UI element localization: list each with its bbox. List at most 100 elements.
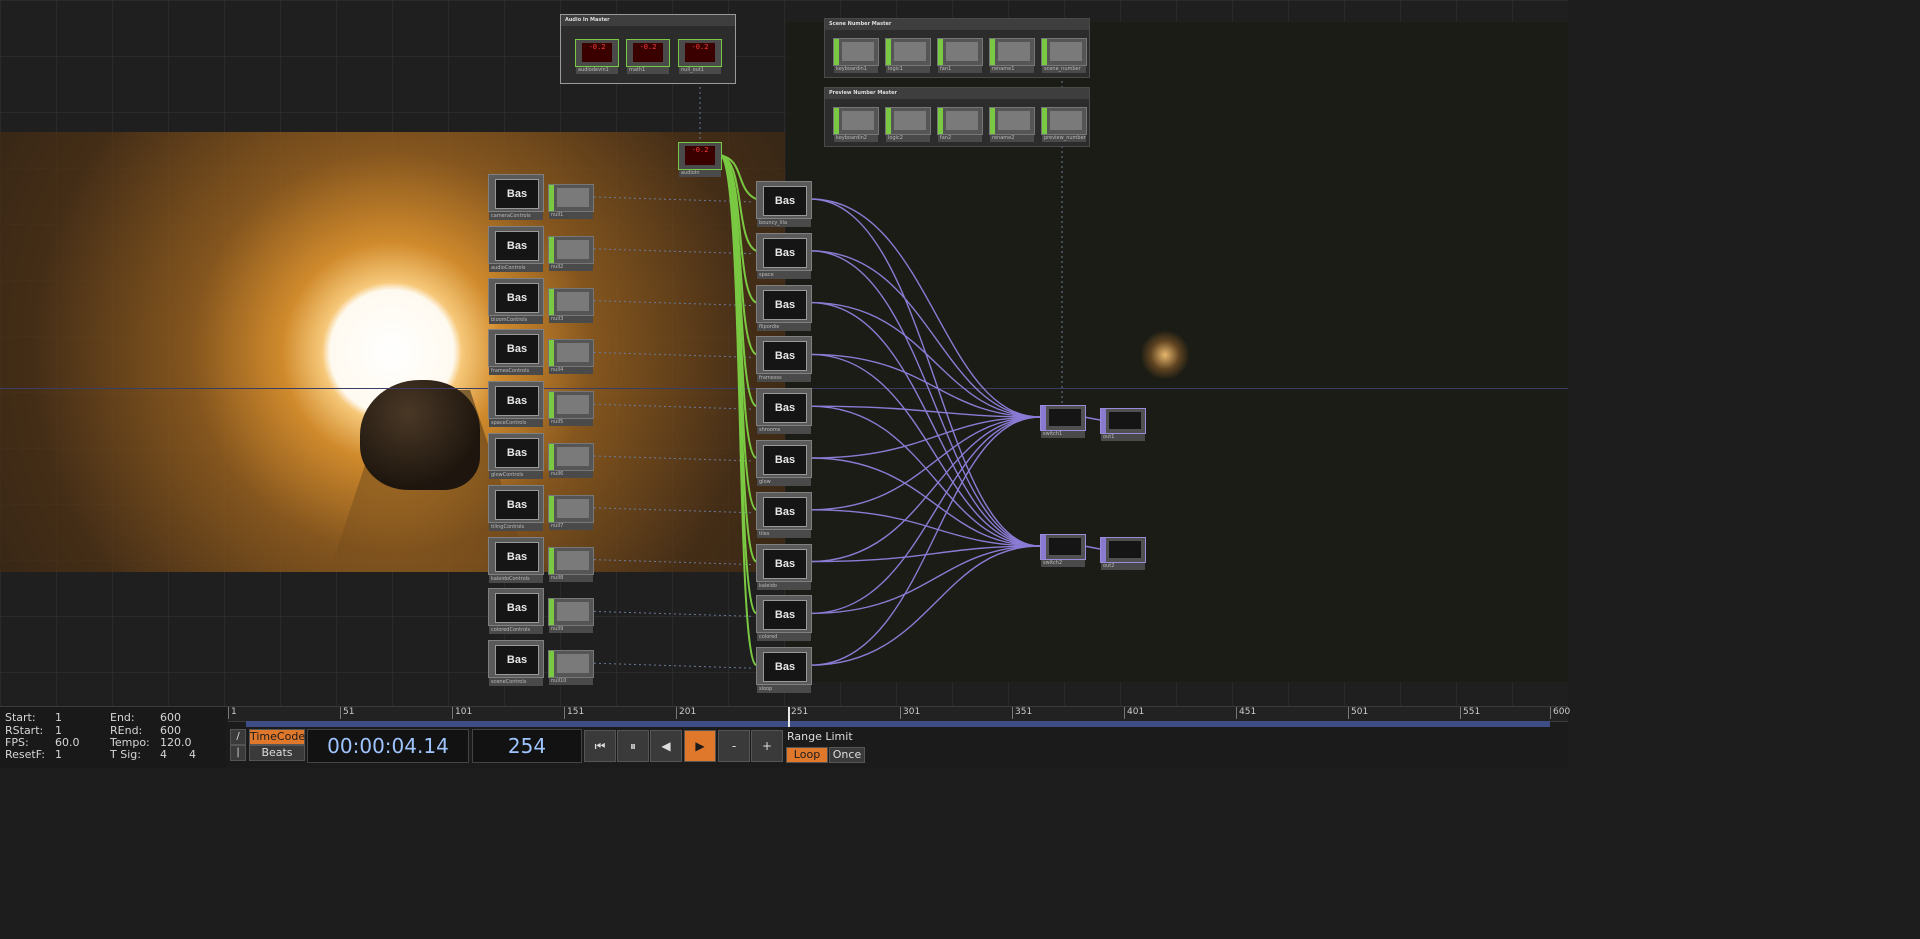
step-minus-button[interactable]: -: [718, 730, 750, 762]
master-chop-node[interactable]: fan2: [937, 107, 983, 142]
play-button[interactable]: ▶: [684, 730, 716, 762]
null-out-node[interactable]: -0.2 null_out1: [678, 39, 722, 74]
scene-base-comp[interactable]: Bas sloop: [756, 647, 812, 694]
out-top[interactable]: out2: [1100, 537, 1146, 570]
frame-ruler[interactable]: 1 51 101 151 201 251 301 351 401 451 501 551 600: [228, 707, 1570, 722]
control-null-chop[interactable]: null4: [548, 339, 594, 375]
math-node[interactable]: -0.2 math1: [626, 39, 670, 74]
group-title: Scene Number Master: [825, 19, 1089, 30]
master-chop-node[interactable]: scene_number: [1041, 38, 1087, 73]
control-base-comp[interactable]: Bas bloomControls: [488, 277, 544, 324]
step-back-button[interactable]: ◀: [650, 730, 682, 762]
control-base-comp[interactable]: Bas cameraControls: [488, 174, 544, 220]
end-value[interactable]: 600: [160, 711, 181, 724]
start-value[interactable]: 1: [55, 711, 62, 724]
rewind-button[interactable]: ⏮: [584, 730, 616, 762]
loop-button[interactable]: Loop: [786, 747, 828, 763]
chop-viewer: [557, 498, 589, 518]
audio-node[interactable]: -0.2 audiodevin1: [575, 39, 619, 74]
chop-tab: [886, 39, 891, 65]
control-null-chop[interactable]: null9: [548, 598, 594, 634]
bas-label: Bas: [495, 541, 539, 572]
node-name: null5: [549, 419, 593, 427]
master-chop-node[interactable]: rename1: [989, 38, 1035, 73]
ruler-tick: 201: [676, 707, 696, 719]
out-top[interactable]: out1: [1100, 408, 1146, 441]
master-chop-node[interactable]: preview_number: [1041, 107, 1087, 142]
node-name: scene_number: [1042, 66, 1086, 73]
tsig-den[interactable]: 4: [189, 748, 196, 761]
export-wire: [593, 559, 755, 566]
top-tab: [1101, 538, 1106, 562]
timecode-display[interactable]: 00:00:04.14: [307, 729, 469, 763]
node-name: audiodevin1: [576, 67, 618, 74]
control-base-comp[interactable]: Bas sceneControls: [488, 640, 544, 687]
control-null-chop[interactable]: null10: [548, 650, 594, 686]
network-editor[interactable]: Audio In Master -0.2 audiodevin1 -0.2 math…: [0, 0, 1568, 706]
control-null-chop[interactable]: null6: [548, 443, 594, 478]
range-scrubber[interactable]: [246, 721, 1550, 727]
chop-tab: [549, 392, 554, 419]
bas-label: Bas: [763, 548, 807, 579]
switch-top[interactable]: switch1: [1040, 405, 1086, 438]
scene-base-comp[interactable]: Bas flipordie: [756, 284, 812, 331]
control-base-comp[interactable]: Bas spaceControls: [488, 381, 544, 428]
node-name: null_out1: [679, 67, 721, 74]
group-scene-number-master[interactable]: Scene Number Master keyboardin1 logic1 fan…: [824, 18, 1090, 78]
scene-base-comp[interactable]: Bas shrooms: [756, 388, 812, 435]
scene-base-comp[interactable]: Bas bouncy_lila: [756, 181, 812, 227]
master-chop-node[interactable]: keyboardin2: [833, 107, 879, 142]
slash-toggle-icon[interactable]: /: [230, 729, 246, 745]
timecode-button[interactable]: TimeCode: [249, 729, 305, 745]
control-null-chop[interactable]: null3: [548, 287, 594, 323]
pause-button[interactable]: ⏸: [617, 730, 649, 762]
control-base-comp[interactable]: Bas audioControls: [488, 225, 544, 272]
frame-display[interactable]: 254: [472, 729, 582, 763]
master-chop-node[interactable]: fan1: [937, 38, 983, 73]
export-wire: [593, 610, 755, 617]
node-name: null4: [549, 367, 593, 375]
master-chop-node[interactable]: keyboardin1: [833, 38, 879, 73]
control-null-chop[interactable]: null1: [548, 184, 594, 219]
once-button[interactable]: Once: [829, 747, 865, 763]
control-base-comp[interactable]: Bas coloredControls: [488, 588, 544, 635]
bas-label: Bas: [495, 645, 539, 676]
scene-base-comp[interactable]: Bas framesss: [756, 336, 812, 383]
chop-tab: [549, 495, 554, 522]
group-audio-master[interactable]: Audio In Master -0.2 audiodevin1 -0.2 math…: [560, 14, 736, 84]
ruler-tick: 101: [452, 707, 472, 719]
switch-top[interactable]: switch2: [1040, 534, 1086, 567]
chop-viewer: [946, 111, 978, 130]
bar-toggle-icon[interactable]: |: [230, 745, 246, 761]
control-null-chop[interactable]: null7: [548, 494, 594, 530]
scene-base-comp[interactable]: Bas colored: [756, 595, 812, 642]
control-base-comp[interactable]: Bas glowControls: [488, 433, 544, 479]
scene-wire: [809, 545, 1041, 563]
master-chop-node[interactable]: logic1: [885, 38, 931, 73]
group-preview-number-master[interactable]: Preview Number Master keyboardin2 logic2 f…: [824, 87, 1090, 147]
export-wire: [593, 403, 755, 410]
tsig-num[interactable]: 4: [160, 748, 167, 761]
audioin-node[interactable]: -0.2 audioIn: [678, 142, 722, 177]
scene-base-comp[interactable]: Bas space: [756, 232, 812, 279]
bas-label: Bas: [763, 496, 807, 527]
control-base-comp[interactable]: Bas kaleidoControls: [488, 536, 544, 583]
control-null-chop[interactable]: null5: [548, 391, 594, 427]
resetf-value[interactable]: 1: [55, 748, 62, 761]
control-base-comp[interactable]: Bas tilingControls: [488, 484, 544, 531]
master-chop-node[interactable]: rename2: [989, 107, 1035, 142]
export-wire: [593, 351, 755, 358]
control-null-chop[interactable]: null8: [548, 546, 594, 582]
master-chop-node[interactable]: logic2: [885, 107, 931, 142]
node-name: fan1: [938, 66, 982, 73]
scene-base-comp[interactable]: Bas tiles: [756, 491, 812, 538]
step-plus-button[interactable]: +: [751, 730, 783, 762]
control-base-comp[interactable]: Bas framesControls: [488, 329, 544, 376]
beats-button[interactable]: Beats: [249, 745, 305, 761]
control-null-chop[interactable]: null2: [548, 235, 594, 271]
group-title: Audio In Master: [561, 15, 735, 26]
scene-base-comp[interactable]: Bas kaleido: [756, 543, 812, 590]
ruler-tick: 301: [900, 707, 920, 719]
scene-base-comp[interactable]: Bas glow: [756, 440, 812, 486]
playhead[interactable]: [788, 707, 790, 727]
